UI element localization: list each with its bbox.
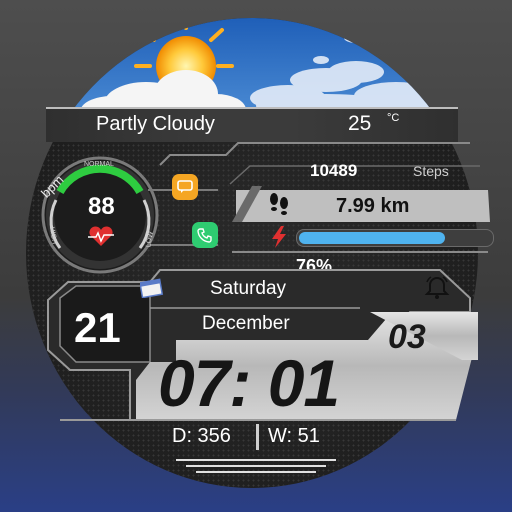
date-day: 21 (74, 304, 121, 351)
week-of-year: W: 51 (268, 425, 320, 447)
month-label: December (202, 313, 290, 334)
calendar-icon (140, 278, 164, 298)
time-display: 07: 01 (158, 346, 340, 420)
seconds-value: 03 (388, 318, 426, 356)
alarm-icon[interactable] (424, 274, 450, 300)
counter-divider (256, 424, 259, 450)
weekday-label: Saturday (210, 278, 287, 299)
day-of-year: D: 356 (172, 425, 231, 447)
